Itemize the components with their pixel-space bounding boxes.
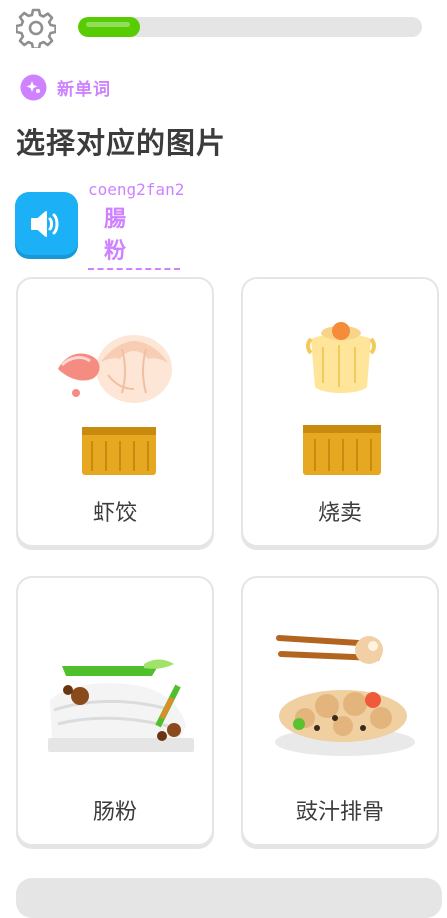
choice-card-1[interactable]: 虾饺 — [16, 277, 214, 547]
choice-label-2: 烧卖 — [317, 501, 362, 526]
choice-label-3: 肠粉 — [92, 800, 137, 825]
sparkle-icon — [20, 74, 47, 100]
choice-card-3[interactable]: 肠粉 — [16, 576, 214, 846]
choice-label-4: 豉汁排骨 — [295, 800, 384, 825]
prompt-hanzi[interactable]: 腸 粉 — [88, 201, 180, 270]
black-bean-spare-ribs-image — [275, 635, 415, 756]
new-word-label: 新单词 — [57, 79, 111, 100]
gear-icon[interactable] — [15, 8, 57, 50]
siu-mai-image — [303, 322, 381, 475]
check-button[interactable] — [16, 878, 442, 918]
prompt-word[interactable]: coeng2fan2 腸 粉 — [88, 180, 198, 270]
choice-card-2[interactable]: 烧卖 — [241, 277, 439, 547]
choice-label-1: 虾饺 — [92, 501, 137, 526]
top-bar — [0, 0, 447, 56]
har-gow-image — [58, 335, 172, 475]
lesson-progress-bar — [78, 17, 422, 37]
lesson-progress-fill — [78, 17, 140, 37]
rice-noodle-roll-image — [48, 659, 194, 752]
page-title: 选择对应的图片 — [16, 126, 227, 160]
choice-card-4[interactable]: 豉汁排骨 — [241, 576, 439, 846]
speaker-icon — [30, 210, 58, 237]
new-word-badge: 新单词 — [20, 73, 111, 101]
play-audio-button[interactable] — [15, 192, 78, 255]
romanization-text: coeng2fan2 — [88, 180, 185, 199]
